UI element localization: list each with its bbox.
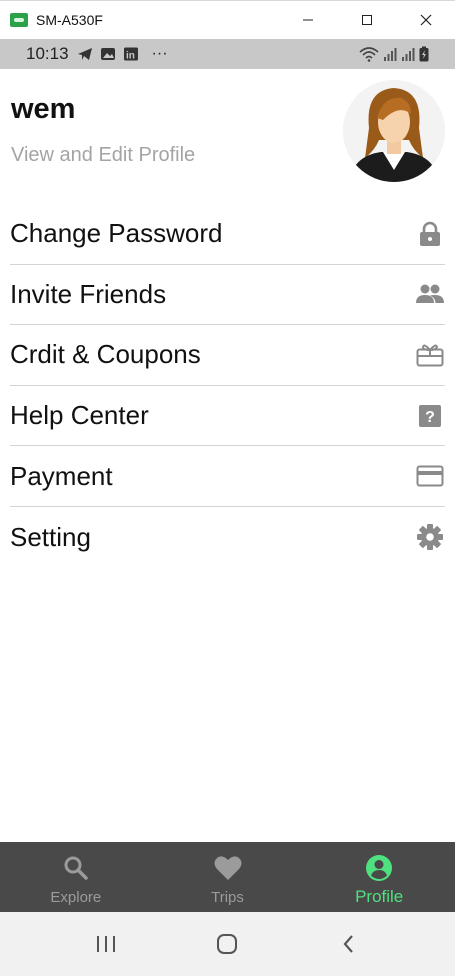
gear-icon [415, 522, 445, 552]
battery-icon [419, 46, 429, 62]
image-icon [100, 48, 115, 60]
menu-item-credit-coupons[interactable]: Crdit & Coupons [10, 325, 445, 386]
view-edit-profile-link[interactable]: View and Edit Profile [11, 144, 195, 167]
lock-icon [415, 219, 445, 249]
telegram-icon [77, 48, 92, 60]
close-icon [420, 14, 431, 26]
avatar-image [343, 80, 445, 182]
bottom-tab-bar: Explore Trips Profile [0, 842, 455, 912]
window-titlebar: SM-A530F [0, 0, 455, 39]
svg-text:in: in [126, 51, 135, 62]
avatar[interactable] [343, 80, 445, 182]
menu-item-change-password[interactable]: Change Password [10, 204, 445, 265]
menu-item-label: Setting [10, 521, 91, 552]
home-button[interactable] [207, 924, 247, 964]
help-icon: ? [415, 401, 445, 431]
signal-icon-2 [402, 48, 415, 61]
phone-status-bar: 10:13 in ··· [0, 39, 455, 69]
wifi-icon [359, 47, 379, 62]
minimize-button[interactable] [278, 1, 337, 40]
linkedin-icon: in [123, 47, 138, 62]
maximize-icon [361, 15, 372, 25]
tab-label: Explore [50, 889, 102, 906]
profile-name: wem [11, 93, 76, 125]
menu-item-setting[interactable]: Setting [10, 507, 445, 568]
tab-label: Trips [211, 889, 244, 906]
signal-icon-1 [384, 48, 397, 61]
minimize-icon [302, 19, 313, 21]
notification-icons: in ··· [77, 45, 168, 63]
home-icon [217, 934, 238, 954]
credit-card-icon [415, 461, 445, 491]
people-icon [415, 279, 445, 309]
search-icon [61, 853, 91, 883]
heart-icon [213, 853, 243, 883]
svg-text:?: ? [425, 409, 435, 426]
tab-explore[interactable]: Explore [0, 842, 152, 912]
close-button[interactable] [396, 1, 455, 40]
menu-item-label: Invite Friends [10, 278, 167, 309]
menu-item-payment[interactable]: Payment [10, 446, 445, 507]
menu-item-invite-friends[interactable]: Invite Friends [10, 265, 445, 326]
recent-apps-button[interactable] [86, 924, 126, 964]
android-nav-bar [0, 912, 455, 976]
profile-header[interactable]: wem View and Edit Profile [0, 69, 455, 197]
maximize-button[interactable] [337, 1, 396, 40]
tab-profile[interactable]: Profile [303, 842, 455, 912]
back-icon [343, 935, 353, 953]
window-controls [278, 1, 455, 40]
system-status-icons [359, 46, 429, 62]
window-title: SM-A530F [36, 12, 103, 28]
profile-menu: Change Password Invite Friends Crdit & C… [10, 204, 445, 568]
status-time: 10:13 [26, 44, 69, 63]
tab-trips[interactable]: Trips [152, 842, 304, 912]
gift-card-icon [415, 340, 445, 370]
back-button[interactable] [329, 924, 369, 964]
menu-item-label: Payment [10, 460, 113, 491]
recent-apps-icon [96, 936, 115, 952]
menu-item-label: Help Center [10, 400, 149, 431]
menu-item-help-center[interactable]: Help Center ? [10, 386, 445, 447]
overflow-notifications: ··· [151, 45, 168, 62]
account-circle-icon [364, 853, 394, 883]
menu-item-label: Change Password [10, 218, 223, 249]
android-app-icon [10, 13, 28, 27]
tab-label: Profile [355, 887, 404, 906]
menu-item-label: Crdit & Coupons [10, 339, 201, 370]
